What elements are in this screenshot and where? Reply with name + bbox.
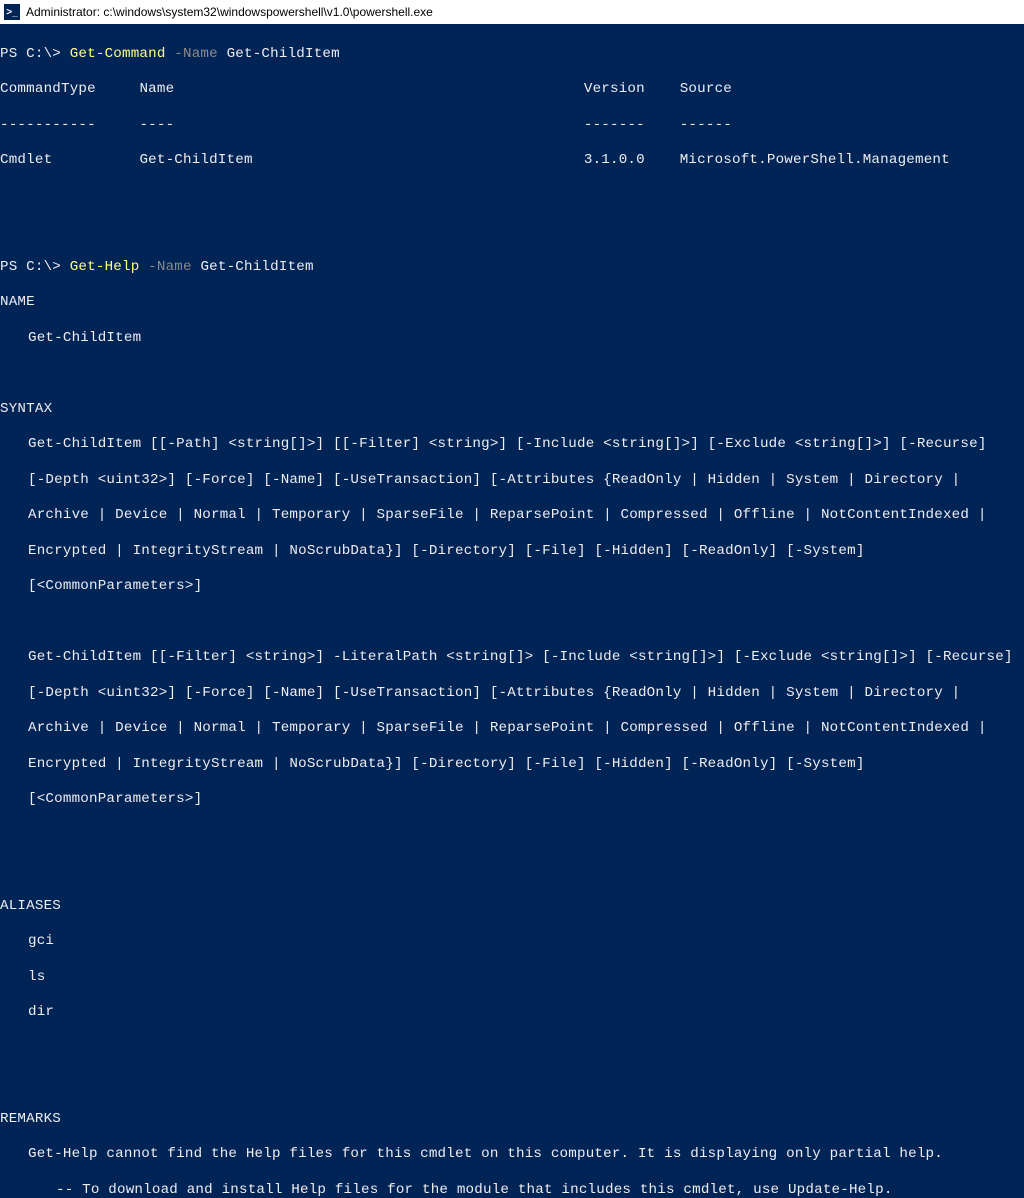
prompt: PS C:\> <box>0 259 70 275</box>
help-section-header: SYNTAX <box>0 401 1024 419</box>
command-name: Get-Command <box>70 46 166 62</box>
syntax-line: Encrypted | IntegrityStream | NoScrubDat… <box>0 543 1024 561</box>
syntax-line: [<CommonParameters>] <box>0 578 1024 596</box>
alias-value: ls <box>0 969 1024 987</box>
param-name: -Name <box>166 46 227 62</box>
table-row: Cmdlet Get-ChildItem 3.1.0.0 Microsoft.P… <box>0 152 1024 170</box>
alias-value: dir <box>0 1004 1024 1022</box>
alias-value: gci <box>0 933 1024 951</box>
prompt: PS C:\> <box>0 46 70 62</box>
param-value: Get-ChildItem <box>200 259 313 275</box>
param-value: Get-ChildItem <box>227 46 340 62</box>
remarks-line: -- To download and install Help files fo… <box>0 1182 1024 1198</box>
window-title: Administrator: c:\windows\system32\windo… <box>26 5 433 19</box>
remarks-line: Get-Help cannot find the Help files for … <box>0 1146 1024 1164</box>
window-titlebar[interactable]: >_ Administrator: c:\windows\system32\wi… <box>0 0 1024 24</box>
syntax-line: Get-ChildItem [[-Path] <string[]>] [[-Fi… <box>0 436 1024 454</box>
help-section-header: ALIASES <box>0 898 1024 916</box>
help-name-value: Get-ChildItem <box>0 330 1024 348</box>
powershell-icon: >_ <box>4 4 20 20</box>
help-section-header: NAME <box>0 294 1024 312</box>
terminal-output[interactable]: PS C:\> Get-Command -Name Get-ChildItem … <box>0 24 1024 1198</box>
param-name: -Name <box>139 259 200 275</box>
syntax-line: Get-ChildItem [[-Filter] <string>] -Lite… <box>0 649 1024 667</box>
table-divider: ----------- ---- ------- ------ <box>0 117 1024 135</box>
table-header: CommandType Name Version Source <box>0 81 1024 99</box>
syntax-line: Archive | Device | Normal | Temporary | … <box>0 507 1024 525</box>
syntax-line: [-Depth <uint32>] [-Force] [-Name] [-Use… <box>0 472 1024 490</box>
syntax-line: Encrypted | IntegrityStream | NoScrubDat… <box>0 756 1024 774</box>
syntax-line: Archive | Device | Normal | Temporary | … <box>0 720 1024 738</box>
help-section-header: REMARKS <box>0 1111 1024 1129</box>
syntax-line: [-Depth <uint32>] [-Force] [-Name] [-Use… <box>0 685 1024 703</box>
command-name: Get-Help <box>70 259 140 275</box>
syntax-line: [<CommonParameters>] <box>0 791 1024 809</box>
